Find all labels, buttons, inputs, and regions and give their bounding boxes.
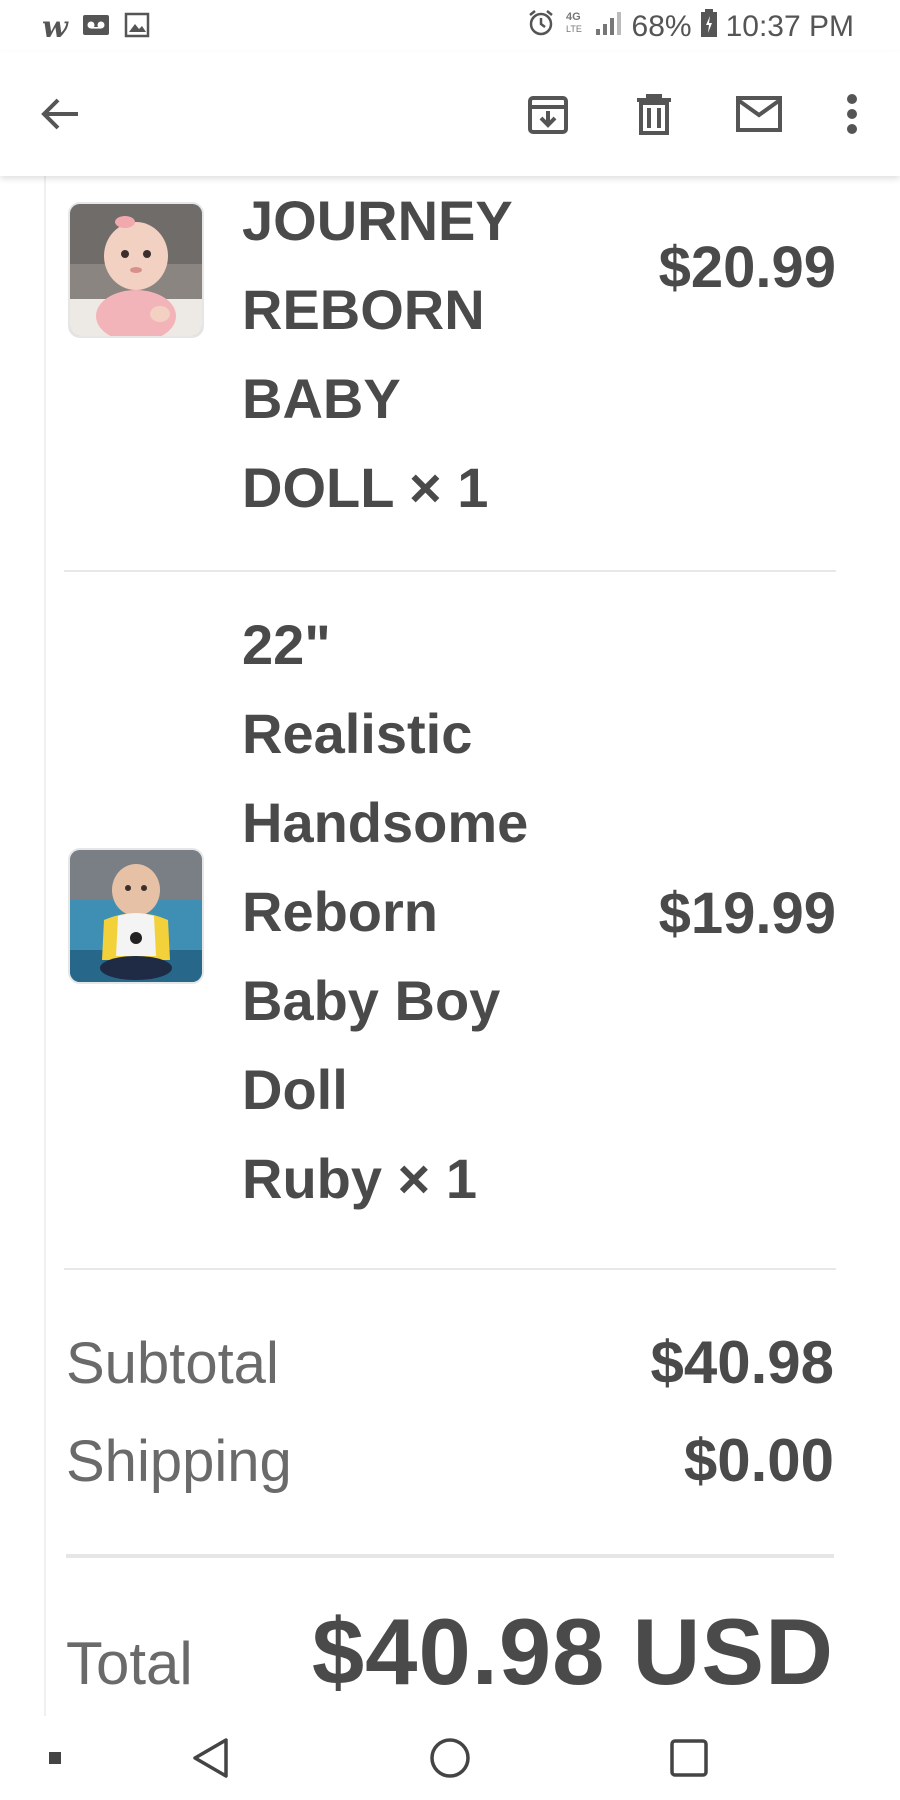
circle-home-icon (430, 1738, 470, 1778)
divider (66, 1554, 834, 1558)
mark-unread-button[interactable] (733, 88, 785, 140)
delete-icon (637, 94, 671, 135)
more-vert-icon (847, 94, 857, 134)
battery-percent: 68% (631, 10, 692, 43)
subtotal-value: $40.98 (650, 1329, 834, 1396)
voicemail-icon (82, 14, 110, 41)
image-icon (124, 12, 150, 43)
more-options-button[interactable] (826, 88, 878, 140)
shipping-row: Shipping $0.00 (66, 1426, 834, 1495)
archive-icon (528, 96, 568, 134)
subtotal-label: Subtotal (66, 1331, 279, 1396)
item-price: $19.99 (658, 881, 836, 946)
email-body[interactable]: JOURNEY REBORN BABY DOLL × 1 $20.99 22" … (0, 176, 900, 1716)
wish-icon: w (42, 10, 68, 45)
status-time: 10:37 PM (725, 10, 854, 43)
alarm-icon (526, 8, 556, 46)
total-value: $40.98 USD (311, 1599, 834, 1704)
network-4g-lte-icon: 4G LTE (564, 8, 586, 46)
square-recents-icon (670, 1739, 708, 1777)
recents-nav-button[interactable] (659, 1730, 719, 1786)
divider (64, 570, 836, 572)
svg-text:LTE: LTE (566, 24, 582, 34)
square-dot-icon (49, 1752, 61, 1764)
battery-icon (700, 8, 718, 46)
quote-rule (44, 176, 46, 1716)
product-image[interactable] (70, 204, 202, 336)
app-bar (0, 52, 900, 176)
mark-unread-icon (736, 96, 782, 132)
shipping-value: $0.00 (683, 1427, 834, 1494)
svg-text:4G: 4G (566, 11, 581, 23)
delete-button[interactable] (628, 88, 680, 140)
nav-dot-button[interactable] (25, 1730, 85, 1786)
total-row: Total $40.98 USD (66, 1598, 834, 1706)
total-label: Total (66, 1630, 193, 1697)
subtotal-row: Subtotal $40.98 (66, 1328, 834, 1397)
product-image[interactable] (70, 850, 202, 982)
divider (64, 1268, 836, 1270)
signal-icon (594, 10, 624, 44)
back-button[interactable] (34, 88, 86, 140)
back-nav-button[interactable] (180, 1730, 240, 1786)
item-title: JOURNEY REBORN BABY DOLL × 1 (242, 189, 513, 519)
item-price: $20.99 (658, 235, 836, 300)
status-bar: w 4G LTE 68% 10:37 PM (0, 0, 900, 52)
triangle-back-icon (193, 1738, 228, 1778)
system-nav-bar (0, 1716, 900, 1800)
back-arrow-icon (41, 98, 78, 130)
shipping-label: Shipping (66, 1429, 292, 1494)
item-title: 22" Realistic Handsome Reborn Baby Boy D… (242, 613, 529, 1210)
archive-button[interactable] (522, 88, 574, 140)
home-nav-button[interactable] (420, 1730, 480, 1786)
